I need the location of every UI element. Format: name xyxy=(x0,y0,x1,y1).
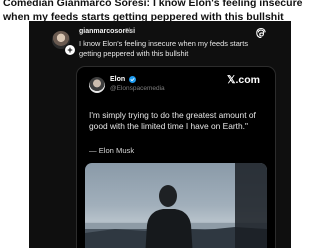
tweet-handle[interactable]: @Elonspacemedia xyxy=(110,85,165,92)
follow-plus-icon[interactable]: + xyxy=(64,44,76,56)
tweet-avatar[interactable] xyxy=(89,77,105,93)
tweet-text: I'm simply trying to do the greatest amo… xyxy=(89,110,256,131)
tweet-author-name[interactable]: Elon xyxy=(110,76,125,83)
embedded-tweet-card[interactable]: Elon @Elonspacemedia 𝕏.com I'm simply tr… xyxy=(76,66,276,248)
verified-badge-icon xyxy=(129,76,136,83)
person-silhouette xyxy=(145,185,193,248)
tweet-signature: — Elon Musk xyxy=(89,146,135,155)
threads-post-frame: + gianmarcosoresi 3h I know Elon's feeli… xyxy=(29,21,291,248)
photo-scene xyxy=(85,163,267,248)
tweet-photo[interactable] xyxy=(85,163,267,248)
x-logo: 𝕏.com xyxy=(227,74,260,86)
post-header: + gianmarcosoresi 3h I know Elon's feeli… xyxy=(29,21,291,69)
post-timestamp: 3h xyxy=(125,28,133,35)
threads-icon[interactable] xyxy=(255,27,267,39)
post-caption: I know Elon's feeling insecure when my f… xyxy=(79,39,249,58)
